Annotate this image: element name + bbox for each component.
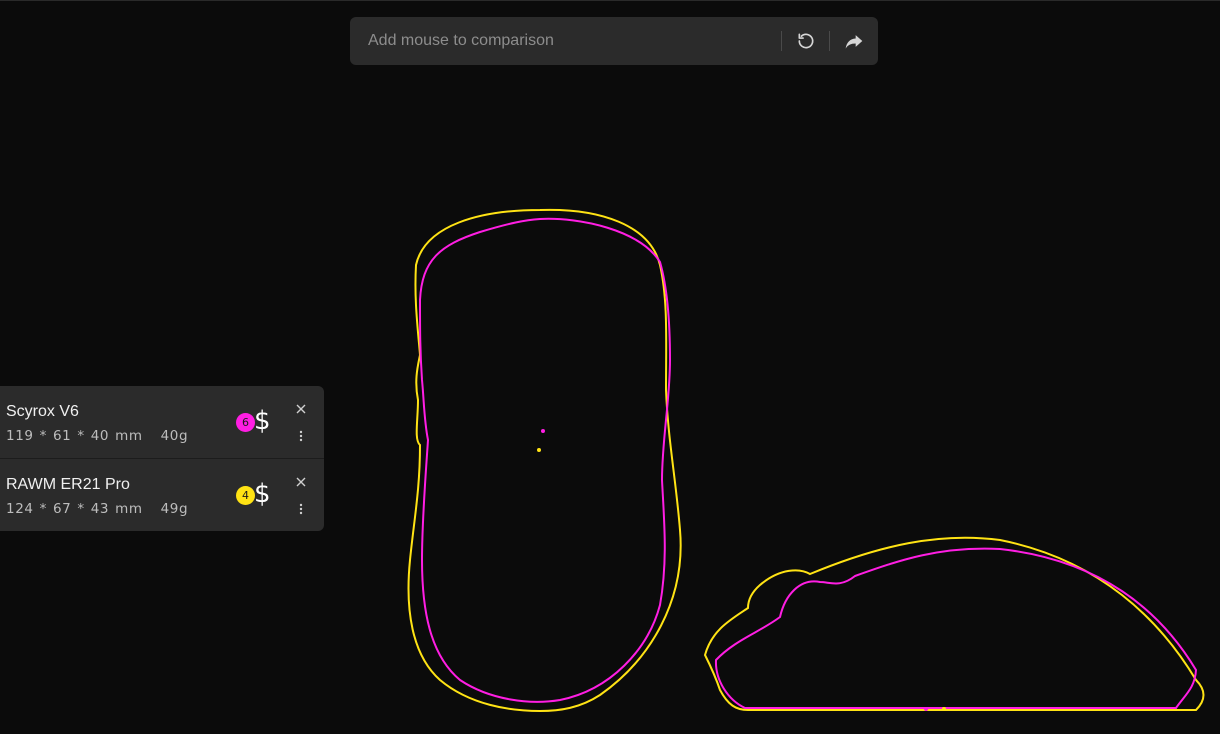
top-view-outline-rawm-er21-pro xyxy=(407,208,682,713)
side-view-outline-rawm-er21-pro xyxy=(703,536,1205,711)
top-view-outline-scyrox-v6 xyxy=(418,217,672,703)
center-dot-rawm-er21-pro xyxy=(537,448,541,452)
side-view-outline-scyrox-v6 xyxy=(714,547,1198,709)
shape-comparison-canvas xyxy=(407,208,1205,713)
center-dot-scyrox-v6 xyxy=(541,429,545,433)
center-dot-scyrox-v6 xyxy=(924,707,928,711)
center-dot-rawm-er21-pro xyxy=(942,707,946,711)
